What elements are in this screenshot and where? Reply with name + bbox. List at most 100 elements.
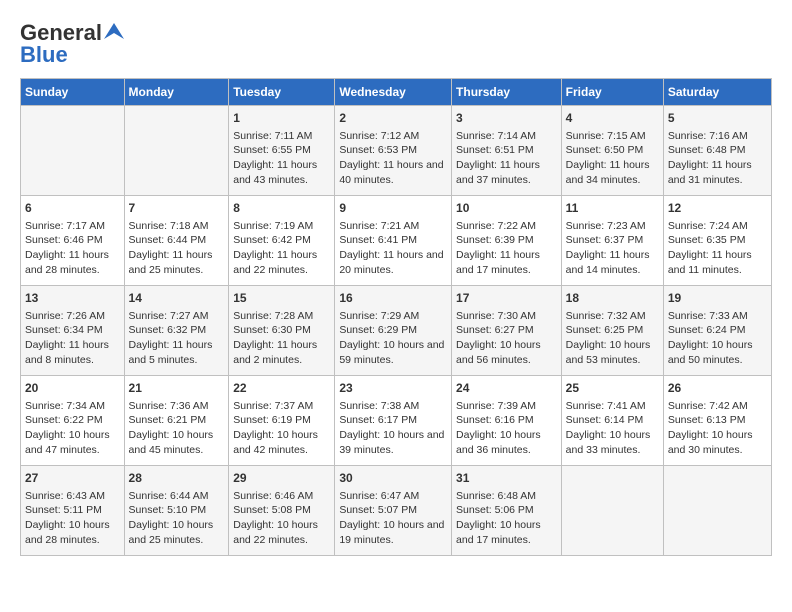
day-cell xyxy=(21,106,125,196)
day-info: Sunrise: 7:30 AM xyxy=(456,309,557,324)
week-row-5: 27Sunrise: 6:43 AMSunset: 5:11 PMDayligh… xyxy=(21,466,772,556)
day-info: Sunrise: 7:41 AM xyxy=(566,399,659,414)
day-info: Sunset: 6:22 PM xyxy=(25,413,120,428)
day-number: 26 xyxy=(668,380,767,397)
day-info: Sunrise: 7:14 AM xyxy=(456,129,557,144)
day-number: 7 xyxy=(129,200,225,217)
day-number: 19 xyxy=(668,290,767,307)
calendar-body: 1Sunrise: 7:11 AMSunset: 6:55 PMDaylight… xyxy=(21,106,772,556)
day-info: Daylight: 11 hours and 28 minutes. xyxy=(25,248,120,277)
day-info: Daylight: 11 hours and 43 minutes. xyxy=(233,158,330,187)
day-number: 2 xyxy=(339,110,447,127)
day-info: Daylight: 10 hours and 28 minutes. xyxy=(25,518,120,547)
day-info: Sunset: 6:46 PM xyxy=(25,233,120,248)
day-info: Sunrise: 7:15 AM xyxy=(566,129,659,144)
day-cell: 19 Sunrise: 7:33 AMSunset: 6:24 PMDayligh… xyxy=(663,286,771,376)
calendar-header: SundayMondayTuesdayWednesdayThursdayFrid… xyxy=(21,79,772,106)
day-cell: 12Sunrise: 7:24 AMSunset: 6:35 PMDayligh… xyxy=(663,196,771,286)
day-info: Sunrise: 7:22 AM xyxy=(456,219,557,234)
day-info: Daylight: 11 hours and 17 minutes. xyxy=(456,248,557,277)
day-number: 8 xyxy=(233,200,330,217)
day-info: Daylight: 11 hours and 14 minutes. xyxy=(566,248,659,277)
day-cell: 15Sunrise: 7:28 AMSunset: 6:30 PMDayligh… xyxy=(229,286,335,376)
day-info: Daylight: 10 hours and 17 minutes. xyxy=(456,518,557,547)
day-number: 27 xyxy=(25,470,120,487)
day-info: Sunrise: 7:17 AM xyxy=(25,219,120,234)
day-info: Sunrise: 7:33 AM xyxy=(668,309,767,324)
header-cell-friday: Friday xyxy=(561,79,663,106)
day-cell: 26Sunrise: 7:42 AMSunset: 6:13 PMDayligh… xyxy=(663,376,771,466)
day-info: Daylight: 11 hours and 5 minutes. xyxy=(129,338,225,367)
day-number: 16 xyxy=(339,290,447,307)
day-cell: 21Sunrise: 7:36 AMSunset: 6:21 PMDayligh… xyxy=(124,376,229,466)
day-info: Sunrise: 7:36 AM xyxy=(129,399,225,414)
day-info: Daylight: 11 hours and 37 minutes. xyxy=(456,158,557,187)
day-info: Daylight: 10 hours and 22 minutes. xyxy=(233,518,330,547)
day-info: Sunset: 6:14 PM xyxy=(566,413,659,428)
day-info: Sunset: 6:24 PM xyxy=(668,323,767,338)
day-info: Sunrise: 7:26 AM xyxy=(25,309,120,324)
day-info: Sunset: 5:07 PM xyxy=(339,503,447,518)
day-number: 31 xyxy=(456,470,557,487)
day-info: Sunset: 6:48 PM xyxy=(668,143,767,158)
day-number: 15 xyxy=(233,290,330,307)
day-info: Daylight: 10 hours and 59 minutes. xyxy=(339,338,447,367)
day-info: Daylight: 10 hours and 50 minutes. xyxy=(668,338,767,367)
day-info: Sunset: 5:06 PM xyxy=(456,503,557,518)
day-info: Daylight: 10 hours and 53 minutes. xyxy=(566,338,659,367)
day-info: Daylight: 10 hours and 47 minutes. xyxy=(25,428,120,457)
day-number: 9 xyxy=(339,200,447,217)
day-info: Daylight: 11 hours and 34 minutes. xyxy=(566,158,659,187)
week-row-1: 1Sunrise: 7:11 AMSunset: 6:55 PMDaylight… xyxy=(21,106,772,196)
day-number: 30 xyxy=(339,470,447,487)
day-cell: 22Sunrise: 7:37 AMSunset: 6:19 PMDayligh… xyxy=(229,376,335,466)
day-cell xyxy=(561,466,663,556)
day-info: Daylight: 10 hours and 30 minutes. xyxy=(668,428,767,457)
day-cell: 6Sunrise: 7:17 AMSunset: 6:46 PMDaylight… xyxy=(21,196,125,286)
header-row: SundayMondayTuesdayWednesdayThursdayFrid… xyxy=(21,79,772,106)
day-number: 20 xyxy=(25,380,120,397)
day-info: Daylight: 10 hours and 45 minutes. xyxy=(129,428,225,457)
day-cell: 1Sunrise: 7:11 AMSunset: 6:55 PMDaylight… xyxy=(229,106,335,196)
day-cell: 20 Sunrise: 7:34 AMSunset: 6:22 PMDayligh… xyxy=(21,376,125,466)
day-cell: 3Sunrise: 7:14 AMSunset: 6:51 PMDaylight… xyxy=(452,106,562,196)
day-cell: 17Sunrise: 7:30 AMSunset: 6:27 PMDayligh… xyxy=(452,286,562,376)
calendar-table: SundayMondayTuesdayWednesdayThursdayFrid… xyxy=(20,78,772,556)
day-info: Sunrise: 7:21 AM xyxy=(339,219,447,234)
day-info: Sunset: 5:11 PM xyxy=(25,503,120,518)
day-info: Daylight: 11 hours and 2 minutes. xyxy=(233,338,330,367)
week-row-2: 6Sunrise: 7:17 AMSunset: 6:46 PMDaylight… xyxy=(21,196,772,286)
day-info: Sunrise: 7:18 AM xyxy=(129,219,225,234)
header-cell-tuesday: Tuesday xyxy=(229,79,335,106)
day-info: Sunset: 6:30 PM xyxy=(233,323,330,338)
day-cell: 16Sunrise: 7:29 AMSunset: 6:29 PMDayligh… xyxy=(335,286,452,376)
day-cell xyxy=(663,466,771,556)
day-cell xyxy=(124,106,229,196)
header-cell-sunday: Sunday xyxy=(21,79,125,106)
day-info: Sunset: 6:19 PM xyxy=(233,413,330,428)
header-cell-monday: Monday xyxy=(124,79,229,106)
day-cell: 24Sunrise: 7:39 AMSunset: 6:16 PMDayligh… xyxy=(452,376,562,466)
week-row-3: 13Sunrise: 7:26 AMSunset: 6:34 PMDayligh… xyxy=(21,286,772,376)
day-info: Sunset: 5:08 PM xyxy=(233,503,330,518)
day-cell: 30 Sunrise: 6:47 AMSunset: 5:07 PMDayligh… xyxy=(335,466,452,556)
week-row-4: 20Sunrise: 7:34 AMSunset: 6:22 PMDayligh… xyxy=(21,376,772,466)
day-info: Daylight: 11 hours and 22 minutes. xyxy=(233,248,330,277)
day-cell: 10Sunrise: 7:22 AMSunset: 6:39 PMDayligh… xyxy=(452,196,562,286)
day-cell: 13Sunrise: 7:26 AMSunset: 6:34 PMDayligh… xyxy=(21,286,125,376)
day-info: Daylight: 10 hours and 56 minutes. xyxy=(456,338,557,367)
day-info: Sunrise: 7:23 AM xyxy=(566,219,659,234)
day-info: Sunrise: 7:11 AM xyxy=(233,129,330,144)
day-number: 17 xyxy=(456,290,557,307)
day-number: 4 xyxy=(566,110,659,127)
day-number: 14 xyxy=(129,290,225,307)
header-cell-thursday: Thursday xyxy=(452,79,562,106)
day-info: Daylight: 10 hours and 42 minutes. xyxy=(233,428,330,457)
day-info: Daylight: 11 hours and 11 minutes. xyxy=(668,248,767,277)
day-number: 10 xyxy=(456,200,557,217)
day-info: Sunrise: 7:34 AM xyxy=(25,399,120,414)
day-info: Sunrise: 6:43 AM xyxy=(25,489,120,504)
day-info: Sunrise: 6:47 AM xyxy=(339,489,447,504)
day-cell: 4Sunrise: 7:15 AMSunset: 6:50 PMDaylight… xyxy=(561,106,663,196)
day-info: Daylight: 10 hours and 19 minutes. xyxy=(339,518,447,547)
